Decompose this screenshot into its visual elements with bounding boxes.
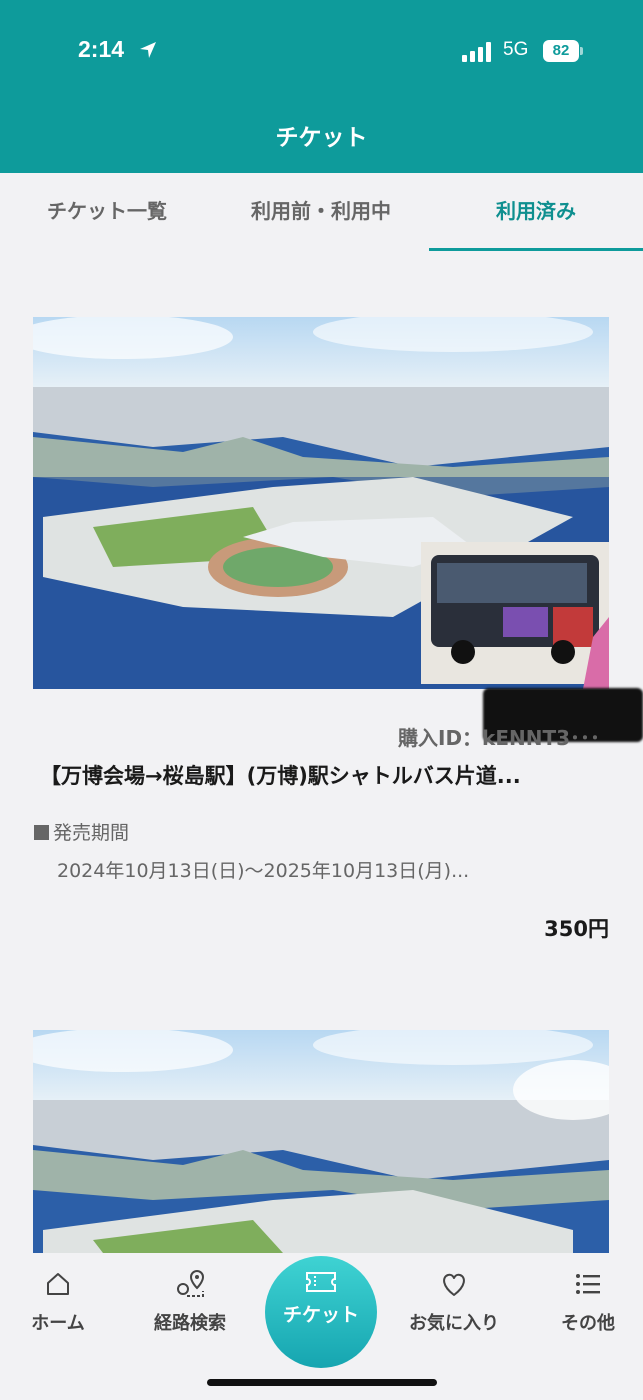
- nav-ticket-button[interactable]: チケット: [265, 1256, 377, 1368]
- sale-period-value: 2024年10月13日(日)～2025年10月13日(月)...: [57, 860, 470, 882]
- active-tab-indicator: [429, 248, 643, 251]
- ticket-image-expo-shuttle[interactable]: [33, 317, 609, 689]
- status-bar: 2:14 5G 82: [0, 36, 643, 70]
- nav-home[interactable]: ホーム: [14, 1269, 102, 1335]
- location-arrow-icon: [140, 42, 156, 58]
- page-title: チケット: [275, 125, 368, 151]
- nav-ticket-label: チケット: [282, 1304, 359, 1326]
- nav-other[interactable]: その他: [548, 1269, 628, 1335]
- ticket-title[interactable]: 【万博会場→桜島駅】(万博)駅シャトルバス片道...: [40, 760, 610, 790]
- nav-other-label: その他: [561, 1313, 615, 1334]
- ticket-image-expo-shuttle-2[interactable]: [33, 1030, 609, 1253]
- nav-route-label: 経路検索: [154, 1313, 226, 1334]
- status-time: 2:14: [78, 36, 125, 62]
- tab-used[interactable]: 利用済み: [429, 195, 643, 224]
- tab-ticket-list[interactable]: チケット一覧: [0, 195, 214, 224]
- sale-period-label: 発売期間: [34, 818, 129, 845]
- home-indicator[interactable]: [207, 1379, 437, 1386]
- nav-home-label: ホーム: [31, 1313, 85, 1334]
- heart-icon: [443, 1273, 465, 1296]
- battery-icon: 82: [543, 40, 583, 62]
- list-menu-icon: [576, 1274, 600, 1294]
- purchase-id: 購入ID：kENNT3･･･: [398, 726, 601, 750]
- ticket-icon: [306, 1272, 336, 1292]
- home-icon: [47, 1273, 69, 1295]
- network-type: 5G: [503, 39, 529, 60]
- tab-before-in-use[interactable]: 利用前・利用中: [214, 195, 428, 224]
- route-search-icon: [177, 1269, 205, 1297]
- nav-favorites-label: お気に入り: [409, 1313, 499, 1334]
- square-bullet-icon: [34, 825, 49, 840]
- app-header: 2:14 5G 82 チケット: [0, 0, 643, 173]
- nav-route-search[interactable]: 経路検索: [140, 1269, 240, 1335]
- ticket-price: 350円: [544, 917, 609, 941]
- nav-favorites[interactable]: お気に入り: [398, 1269, 510, 1335]
- ticket-tabs: チケット一覧 利用前・利用中 利用済み: [0, 173, 643, 253]
- battery-level: 82: [543, 40, 579, 62]
- cellular-signal-icon: [462, 42, 491, 62]
